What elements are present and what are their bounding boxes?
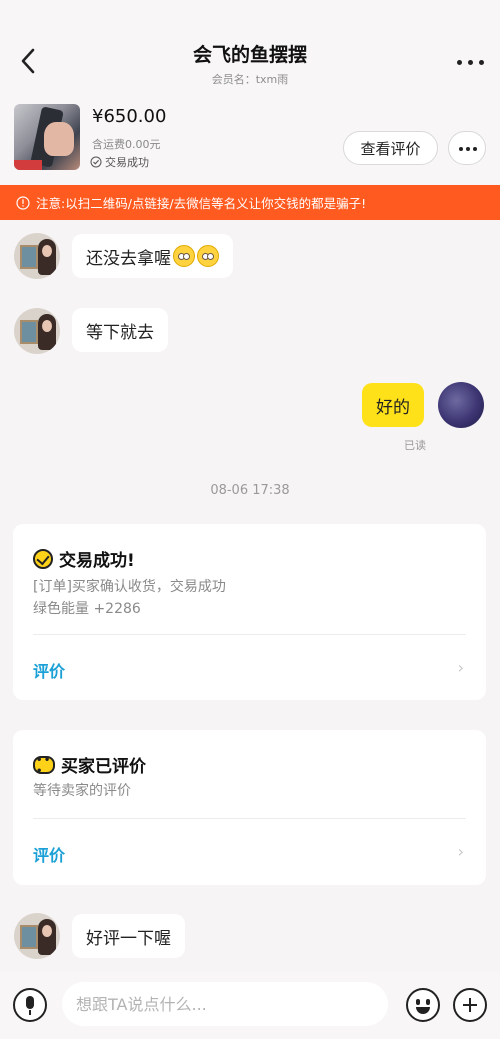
- message-timestamp: 08-06 17:38: [210, 483, 290, 498]
- member-name: 会员名：txm雨: [211, 73, 289, 86]
- emoji-icon: [173, 245, 195, 267]
- shipping-fee: 含运费0.00元: [92, 138, 161, 151]
- message-text: 好评一下喔: [86, 928, 171, 949]
- message-text: 还没去拿喔: [86, 248, 171, 269]
- voice-input-icon[interactable]: [13, 988, 47, 1022]
- my-message-bubble[interactable]: 好的: [362, 383, 424, 427]
- seller-avatar[interactable]: [14, 308, 60, 354]
- buyer-reviewed-card: 买家已评价 等待卖家的评价 评价 ›: [13, 730, 486, 885]
- message-text: 好的: [376, 397, 410, 418]
- view-review-button[interactable]: 查看评价: [343, 131, 438, 165]
- seller-avatar[interactable]: [14, 913, 60, 959]
- message-bubble[interactable]: 等下就去: [72, 308, 168, 352]
- composer-bar: [0, 972, 500, 1039]
- divider: [33, 634, 466, 635]
- review-link[interactable]: 评价: [33, 842, 65, 866]
- review-link[interactable]: 评价: [33, 658, 65, 682]
- chat-bubble-icon: [33, 755, 55, 777]
- message-input[interactable]: [62, 982, 388, 1026]
- message-bubble[interactable]: 还没去拿喔: [72, 234, 233, 278]
- check-circle-icon: [90, 156, 102, 168]
- card-line: [订单]买家确认收货，交易成功: [33, 579, 226, 595]
- title-block: 会飞的鱼摆摆 会员名：txm雨: [0, 40, 500, 87]
- card-title: 买家已评价: [33, 752, 146, 777]
- product-price: ¥650.00: [92, 106, 167, 127]
- product-summary: ¥650.00 含运费0.00元 交易成功 查看评价: [0, 96, 500, 184]
- chat-title: 会飞的鱼摆摆: [192, 44, 307, 66]
- top-bar: 会飞的鱼摆摆 会员名：txm雨: [0, 0, 500, 96]
- alert-icon: [16, 195, 30, 210]
- message-bubble[interactable]: 好评一下喔: [72, 914, 185, 958]
- check-circle-icon: [33, 548, 53, 569]
- warning-text: 注意:以扫二维码/点链接/去微信等名义让你交钱的都是骗子!: [36, 196, 367, 211]
- fraud-warning-banner: 注意:以扫二维码/点链接/去微信等名义让你交钱的都是骗子!: [0, 185, 500, 220]
- order-status: 交易成功: [90, 154, 149, 170]
- read-receipt: 已读: [404, 439, 426, 452]
- seller-avatar[interactable]: [14, 233, 60, 279]
- emoji-picker-icon[interactable]: [406, 988, 440, 1022]
- chevron-right-icon[interactable]: ›: [458, 842, 464, 861]
- chevron-right-icon[interactable]: ›: [458, 658, 464, 677]
- add-attachment-icon[interactable]: [453, 988, 487, 1022]
- product-more-button[interactable]: [448, 131, 486, 165]
- card-title: 交易成功!: [33, 546, 135, 571]
- card-line: 等待卖家的评价: [33, 783, 131, 799]
- emoji-icon: [197, 245, 219, 267]
- card-line: 绿色能量 +2286: [33, 601, 141, 617]
- order-status-label: 交易成功: [105, 156, 149, 169]
- my-avatar[interactable]: [438, 382, 484, 428]
- message-text: 等下就去: [86, 322, 154, 343]
- trade-success-card: 交易成功! [订单]买家确认收货，交易成功 绿色能量 +2286 评价 ›: [13, 524, 486, 700]
- product-thumbnail[interactable]: [14, 104, 80, 170]
- divider: [33, 818, 466, 819]
- more-options-icon[interactable]: [456, 50, 486, 74]
